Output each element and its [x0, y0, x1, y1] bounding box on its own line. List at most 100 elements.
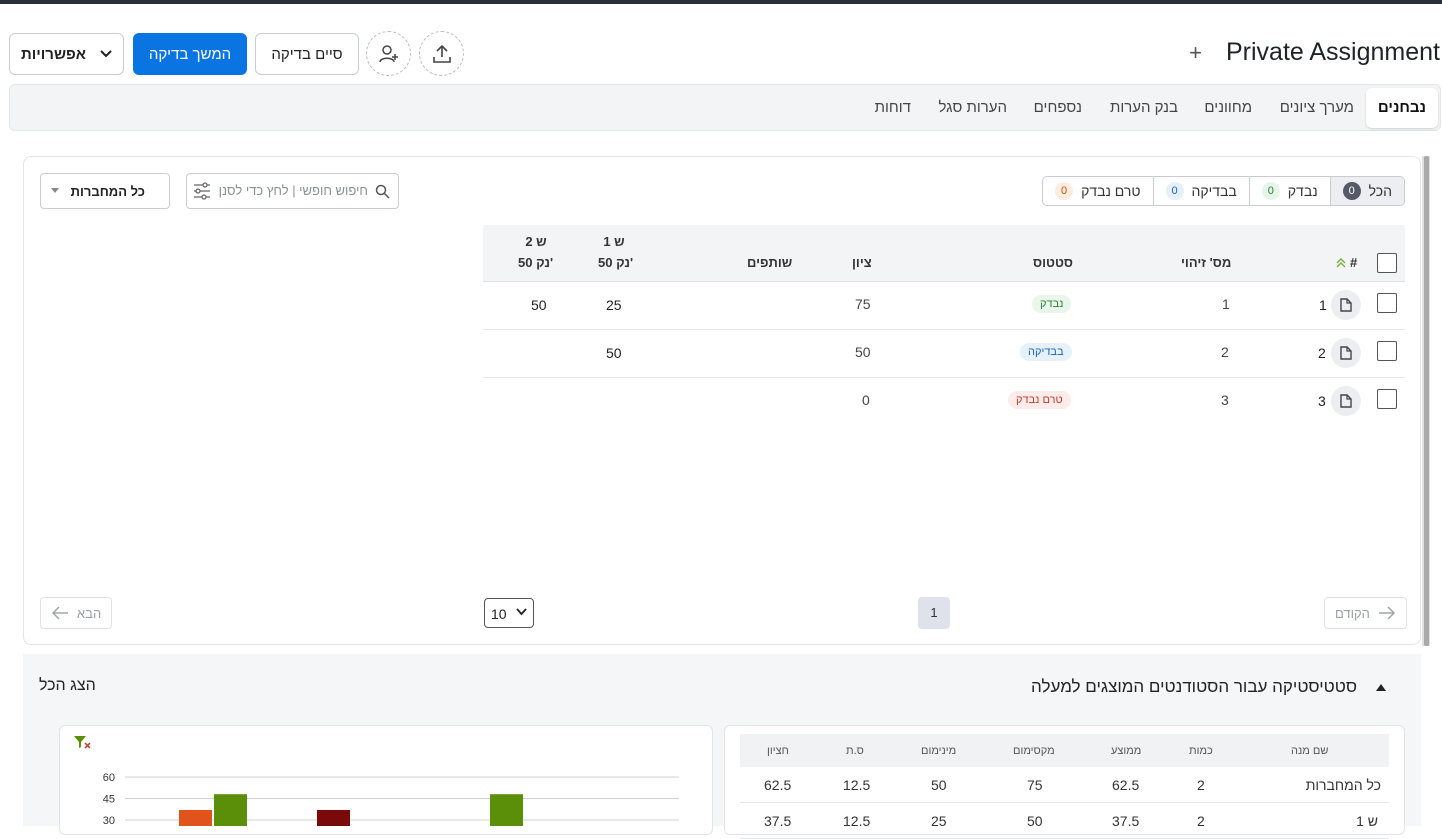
st-col-sd: ס.ת	[846, 745, 864, 757]
next-page-button[interactable]: הבא	[40, 597, 113, 629]
col-q1-name[interactable]: ש 1	[602, 234, 626, 249]
status-filter-group: הכל 0 נבדק 0 בבדיקה 0 טרם נבדק 0	[1042, 176, 1405, 206]
filter-checking[interactable]: בבדיקה 0	[1152, 177, 1249, 205]
st-max: 75	[1027, 777, 1043, 793]
filter-all-count: 0	[1342, 182, 1361, 200]
chart-ytick-label: 30	[103, 815, 115, 826]
open-document-button[interactable]	[1331, 290, 1361, 320]
search-input[interactable]: חיפוש חופשי | לחץ כדי לסנן	[186, 173, 399, 209]
row-id: 1	[1222, 296, 1230, 312]
upload-icon	[432, 44, 451, 63]
st-col-min: מינימום	[921, 745, 957, 757]
notebook-select-value: כל המחברות	[70, 184, 145, 199]
st-col-max: מקסימום	[1013, 745, 1055, 757]
select-all-checkbox[interactable]	[1377, 253, 1397, 273]
st-name: ש 1	[1356, 813, 1378, 829]
row-grade: 50	[855, 344, 871, 360]
st-min: 25	[931, 813, 947, 829]
st-median: 62.5	[764, 777, 792, 793]
sort-icon[interactable]	[1336, 258, 1346, 268]
status-badge: בבדיקה	[1020, 343, 1072, 361]
chart-bar[interactable]	[317, 809, 350, 826]
page-title: Private Assignment	[1226, 38, 1440, 66]
arrow-left-icon	[51, 606, 68, 620]
chart-ytick-label: 45	[103, 794, 115, 806]
chart-bar[interactable]	[490, 794, 523, 826]
filter-checking-label: בבדיקה	[1191, 183, 1237, 199]
st-col-name: שם מנה	[1291, 745, 1329, 757]
row-checkbox[interactable]	[1377, 389, 1397, 409]
search-placeholder: חיפוש חופשי | לחץ כדי לסנן	[218, 183, 368, 198]
row-checkbox[interactable]	[1377, 293, 1397, 313]
col-id[interactable]: מס' זיהוי	[1181, 255, 1231, 270]
open-document-button[interactable]	[1331, 338, 1361, 368]
st-median: 37.5	[764, 813, 792, 829]
st-name: כל המחברות	[1305, 777, 1381, 793]
upload-button[interactable]	[419, 31, 464, 76]
add-user-button[interactable]	[366, 31, 411, 76]
row-q1[interactable]: 50	[606, 345, 622, 361]
st-count: 2	[1197, 777, 1205, 793]
add-title-plus-icon[interactable]: +	[1189, 40, 1202, 66]
status-badge: טרם נבדק	[1008, 391, 1071, 409]
tab-comment-bank[interactable]: בנק הערות	[1110, 99, 1178, 116]
tab-appendices[interactable]: נספחים	[1034, 99, 1082, 116]
row-q1[interactable]: 25	[606, 297, 622, 313]
prev-page-button[interactable]: הקודם	[1324, 597, 1407, 629]
add-user-icon	[378, 44, 398, 62]
col-grade[interactable]: ציון	[852, 255, 872, 270]
chart-bar[interactable]	[179, 809, 212, 826]
filter-pending[interactable]: טרם נבדק 0	[1043, 177, 1152, 205]
prev-page-label: הקודם	[1335, 605, 1370, 621]
row-num: 3	[1318, 393, 1326, 409]
open-document-button[interactable]	[1331, 386, 1361, 416]
finish-checking-button[interactable]: סיים בדיקה	[255, 33, 359, 75]
search-icon	[375, 184, 390, 199]
chart-bar[interactable]	[214, 794, 247, 826]
tab-reports[interactable]: דוחות	[875, 99, 911, 116]
col-status[interactable]: סטטוס	[1033, 255, 1073, 270]
chart-ytick-label: 60	[103, 772, 115, 784]
row-num: 2	[1318, 345, 1326, 361]
col-q2-name[interactable]: ש 2	[524, 234, 548, 249]
filter-checked-count: 0	[1261, 182, 1280, 200]
st-max: 50	[1027, 813, 1043, 829]
continue-checking-button[interactable]: המשך בדיקה	[133, 33, 247, 75]
per-page-select[interactable]: 10	[484, 598, 534, 628]
filter-all[interactable]: הכל 0	[1329, 177, 1404, 205]
table-row[interactable]	[483, 378, 1405, 426]
sliders-icon[interactable]	[193, 182, 211, 200]
st-avg: 62.5	[1112, 777, 1140, 793]
notebook-select[interactable]: כל המחברות	[40, 173, 170, 209]
statistics-title[interactable]: סטטיסטיקה עבור הסטודנטים המוצגים למעלה	[1031, 677, 1357, 697]
col-q2-points: 50 נק'	[518, 255, 554, 270]
filter-checked[interactable]: נבדק 0	[1248, 177, 1330, 205]
filter-checking-count: 0	[1165, 182, 1184, 200]
chart-filter-icon[interactable]	[74, 736, 91, 749]
options-dropdown-button[interactable]: אפשרויות	[9, 33, 124, 75]
arrow-right-icon	[1378, 606, 1395, 620]
filter-pending-label: טרם נבדק	[1081, 183, 1141, 199]
st-min: 50	[931, 777, 947, 793]
collapse-caret-icon[interactable]	[1376, 684, 1386, 691]
row-num: 1	[1319, 297, 1327, 313]
top-bar	[0, 0, 1442, 4]
status-badge: נבדק	[1032, 295, 1072, 313]
tab-rubrics[interactable]: מחוונים	[1204, 99, 1252, 116]
col-num[interactable]: #	[1350, 255, 1357, 270]
row-grade: 0	[862, 392, 870, 408]
show-all-button[interactable]: הצג הכל	[39, 677, 96, 695]
row-checkbox[interactable]	[1377, 341, 1397, 361]
st-col-median: חציון	[767, 745, 789, 757]
row-grade: 75	[855, 296, 871, 312]
tab-examinees[interactable]: נבחנים	[1365, 88, 1438, 128]
row-id: 2	[1221, 344, 1229, 360]
st-col-count: כמות	[1189, 745, 1213, 757]
row-q2[interactable]: 50	[531, 297, 547, 313]
page-number-button[interactable]: 1	[918, 597, 950, 629]
tab-staff-notes[interactable]: הערות סגל	[938, 99, 1007, 116]
per-page-value: 10	[491, 606, 507, 622]
scrollbar-thumb[interactable]	[1424, 156, 1429, 646]
col-partners[interactable]: שותפים	[747, 255, 792, 270]
tab-grades[interactable]: מערך ציונים	[1280, 99, 1354, 116]
